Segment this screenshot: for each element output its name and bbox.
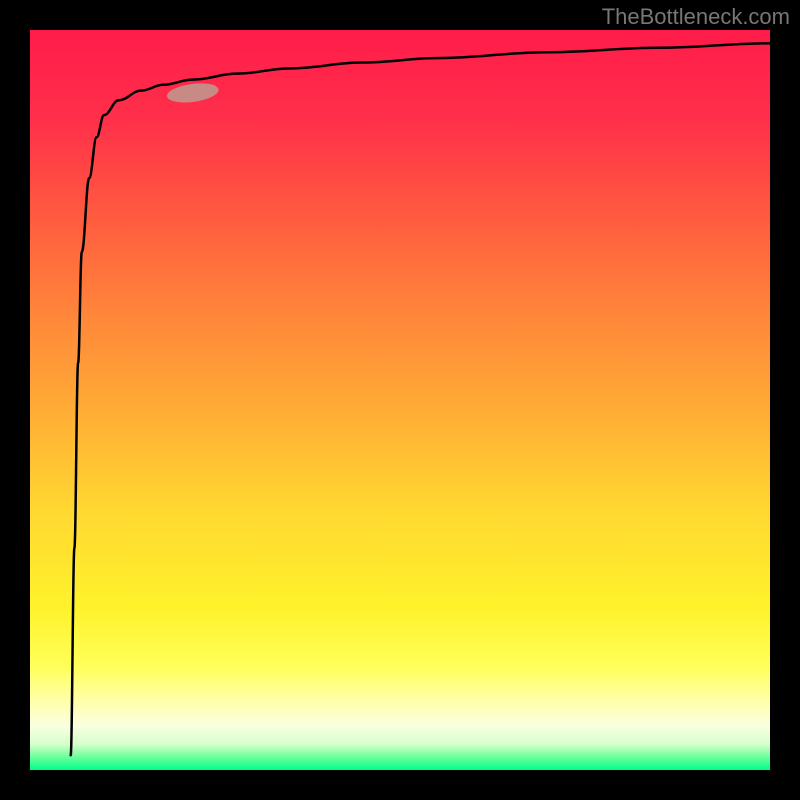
plot-area bbox=[30, 30, 770, 770]
watermark-text: TheBottleneck.com bbox=[602, 4, 790, 30]
curve-line bbox=[71, 43, 770, 755]
chart-svg bbox=[30, 30, 770, 770]
